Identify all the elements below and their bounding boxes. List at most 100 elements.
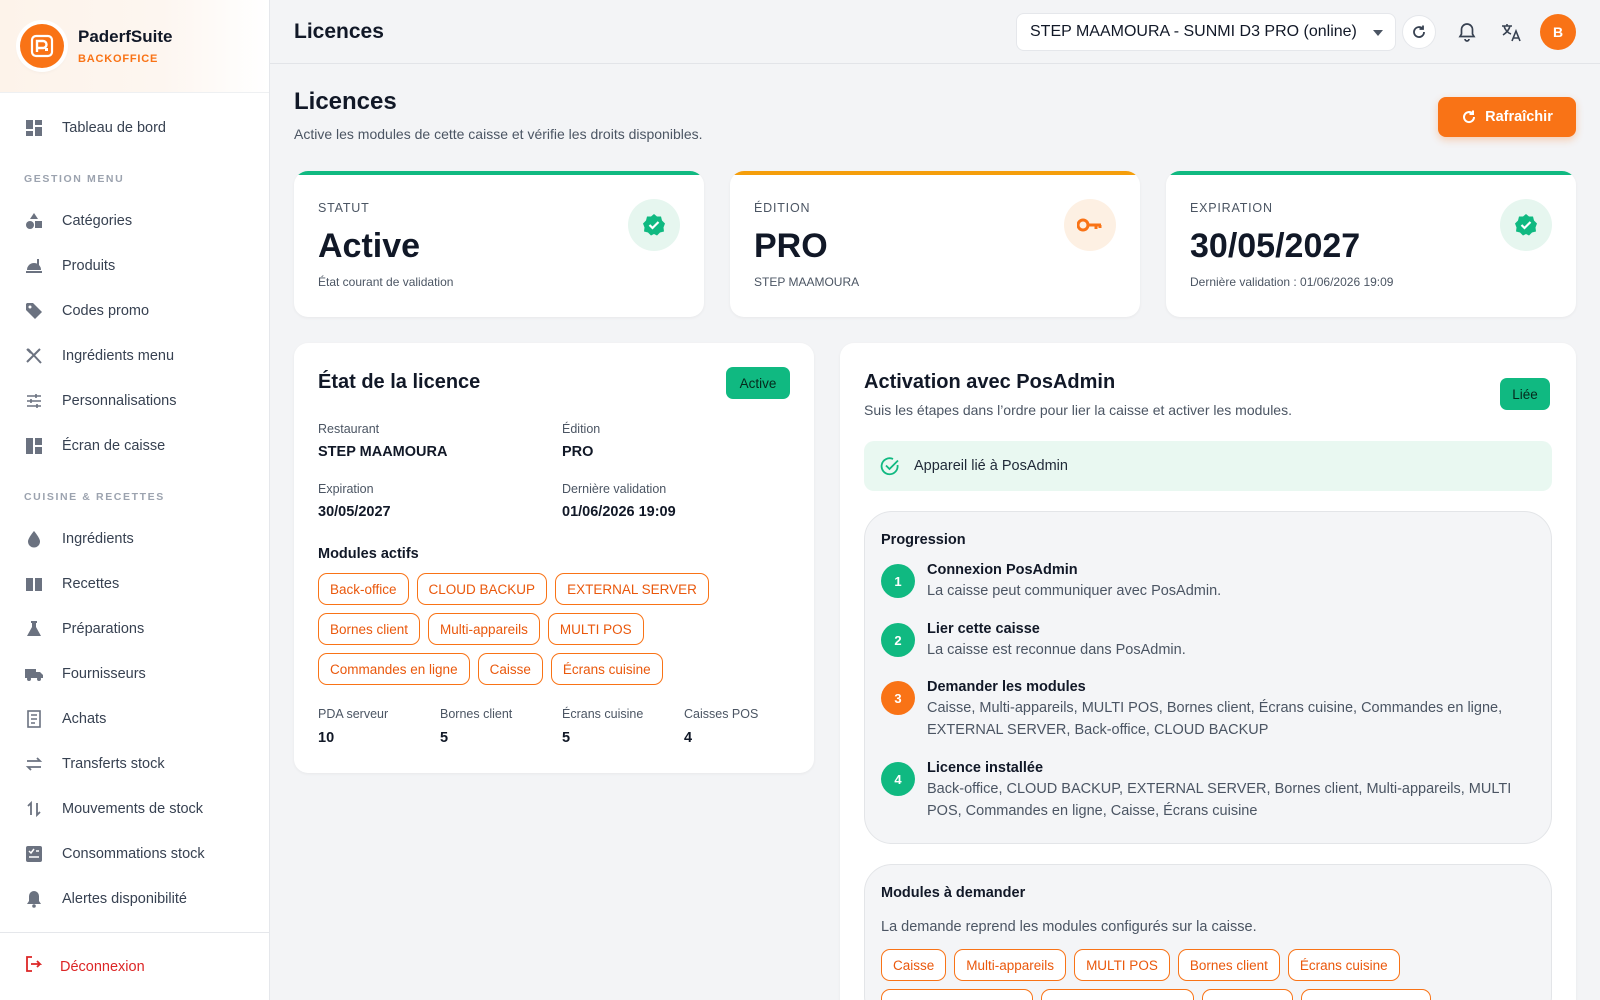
module-chip: Commandes en ligne [318, 653, 470, 685]
sidebar-item-recettes[interactable]: Recettes [0, 561, 269, 606]
section-gestion-menu: GESTION MENU [24, 173, 125, 185]
notifications-button[interactable] [1450, 15, 1484, 49]
sidebar-item-preparations[interactable]: Préparations [0, 606, 269, 651]
sidebar-item-label: Achats [62, 710, 107, 727]
module-chip: MULTI POS [547, 613, 644, 645]
utensils-icon [24, 346, 44, 366]
sidebar-item-label: Préparations [62, 620, 145, 637]
key-icon [1064, 199, 1116, 251]
module-chip: Bornes client [1177, 949, 1280, 981]
sidebar-item-alertes[interactable]: Alertes disponibilité [0, 876, 269, 921]
language-button[interactable] [1494, 15, 1528, 49]
count-value: 5 [562, 730, 571, 746]
sidebar-item-consommations[interactable]: Consommations stock [0, 831, 269, 876]
module-chip: Caisse [881, 949, 947, 981]
module-chip: Écrans cuisine [1287, 949, 1400, 981]
category-icon [24, 211, 44, 231]
step-description: La caisse est reconnue dans PosAdmin. [927, 642, 1186, 658]
edition-value: PRO [562, 444, 594, 460]
refresh-button[interactable]: Rafraîchir [1438, 97, 1576, 137]
last-validation-value: 01/06/2026 19:09 [562, 504, 676, 520]
count-label: Caisses POS [684, 707, 759, 721]
device-select[interactable]: STEP MAAMOURA - SUNMI D3 PRO (online) [1016, 13, 1396, 51]
sidebar-item-ingredients[interactable]: Ingrédients [0, 516, 269, 561]
logout-label: Déconnexion [60, 958, 145, 975]
topbar: Licences STEP MAAMOURA - SUNMI D3 PRO (o… [270, 0, 1600, 64]
expiration-value: 30/05/2027 [318, 504, 391, 520]
truck-icon [24, 664, 44, 684]
sidebar-item-personnalisations[interactable]: Personnalisations [0, 378, 269, 423]
user-avatar[interactable]: B [1540, 14, 1576, 50]
sidebar-item-ecran-caisse[interactable]: Écran de caisse [0, 423, 269, 468]
license-state-card: État de la licence Active Restaurant STE… [294, 343, 814, 773]
dashboard-icon [24, 118, 44, 138]
stat-value: Active [318, 227, 421, 265]
count-value: 10 [318, 730, 335, 746]
sidebar-item-transferts[interactable]: Transferts stock [0, 741, 269, 786]
sidebar-item-dashboard[interactable]: Tableau de bord [0, 105, 269, 150]
sidebar-item-label: Catégories [62, 212, 133, 229]
progress-step: 1 Connexion PosAdmin La caisse peut comm… [881, 562, 1221, 602]
activation-subtitle: Suis les étapes dans l’ordre pour lier l… [864, 402, 1292, 418]
sort-arrows-icon [24, 799, 44, 819]
progress-step: 2 Lier cette caisse La caisse est reconn… [881, 621, 1186, 661]
module-chip: MULTI POS [1074, 949, 1170, 981]
refresh-button-label: Rafraîchir [1485, 109, 1553, 125]
stat-card-expiration: EXPIRATION 30/05/2027 Dernière validatio… [1166, 171, 1576, 317]
sidebar-item-label: Consommations stock [62, 845, 205, 862]
step-title: Connexion PosAdmin [927, 562, 1078, 578]
progress-step: 3 Demander les modules Caisse, Multi-app… [881, 679, 1521, 741]
modules-title: Modules actifs [318, 546, 419, 562]
module-chip: Commandes en ligne [881, 989, 1033, 1000]
step-title: Licence installée [927, 760, 1044, 776]
stat-accent-bar [294, 171, 704, 175]
sidebar-item-label: Ingrédients menu [62, 347, 175, 364]
sidebar: PaderfSuite BACKOFFICE Tableau de bord G… [0, 0, 270, 1000]
brand-logo[interactable] [20, 24, 64, 68]
sidebar-item-label: Transferts stock [62, 755, 165, 772]
brand-subtitle: BACKOFFICE [78, 53, 159, 65]
food-icon [24, 256, 44, 276]
module-chip: CLOUD BACKUP [416, 573, 548, 605]
request-description: La demande reprend les modules configuré… [881, 919, 1257, 935]
stat-label: EXPIRATION [1190, 201, 1273, 215]
stat-card-statut: STATUT Active État courant de validation [294, 171, 704, 317]
verified-icon [628, 199, 680, 251]
module-chip: CLOUD BACKUP [1300, 989, 1432, 1000]
sidebar-item-label: Mouvements de stock [62, 800, 204, 817]
logout-icon [24, 955, 43, 978]
sidebar-item-mouvements[interactable]: Mouvements de stock [0, 786, 269, 831]
flask-icon [24, 619, 44, 639]
progression-panel: Progression 1 Connexion PosAdmin La cais… [864, 511, 1552, 844]
sidebar-item-ingredients-menu[interactable]: Ingrédients menu [0, 333, 269, 378]
bell-alert-icon [24, 889, 44, 909]
tag-icon [24, 301, 44, 321]
sidebar-item-produits[interactable]: Produits [0, 243, 269, 288]
sidebar-item-achats[interactable]: Achats [0, 696, 269, 741]
stat-card-edition: ÉDITION PRO STEP MAAMOURA [730, 171, 1140, 317]
linked-status-box: Appareil lié à PosAdmin [864, 441, 1552, 491]
refresh-icon [1413, 25, 1425, 38]
receipt-icon [24, 709, 44, 729]
restaurant-label: Restaurant [318, 422, 380, 436]
sidebar-item-categories[interactable]: Catégories [0, 198, 269, 243]
logout-button[interactable]: Déconnexion [0, 932, 269, 1000]
edition-label: Édition [562, 422, 601, 436]
step-number: 1 [881, 564, 915, 598]
bell-icon [1458, 23, 1476, 42]
sidebar-item-label: Ingrédients [62, 530, 134, 547]
module-chip: Multi-appareils [954, 949, 1067, 981]
layout-icon [24, 436, 44, 456]
translate-icon [1502, 24, 1521, 42]
verified-icon [1500, 199, 1552, 251]
topbar-refresh-button[interactable] [1402, 15, 1436, 49]
sidebar-item-label: Recettes [62, 575, 120, 592]
request-modules-list: Caisse Multi-appareils MULTI POS Bornes … [881, 949, 1541, 1000]
swap-icon [24, 754, 44, 774]
modules-request-panel: Modules à demander La demande reprend le… [864, 864, 1552, 1000]
sidebar-item-fournisseurs[interactable]: Fournisseurs [0, 651, 269, 696]
step-number: 3 [881, 681, 915, 715]
request-title: Modules à demander [881, 885, 1026, 901]
sidebar-item-codes-promo[interactable]: Codes promo [0, 288, 269, 333]
check-circle-icon [880, 457, 899, 476]
